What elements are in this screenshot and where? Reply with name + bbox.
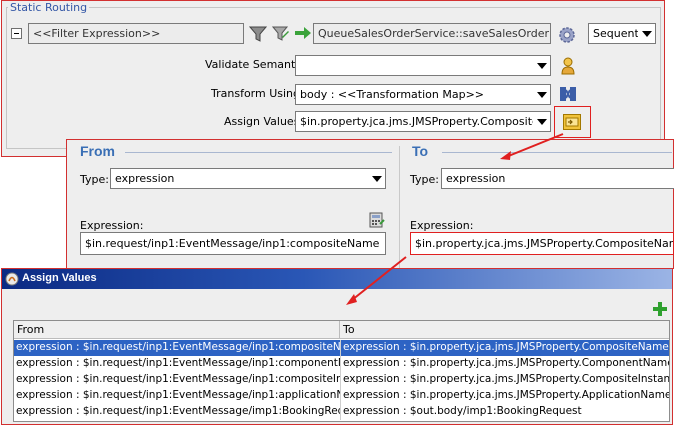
assign-values-text: $in.property.jca.jms.JMSProperty.Composi…: [300, 115, 551, 128]
from-expression-label: Expression:: [80, 219, 144, 232]
from-title: From: [80, 143, 115, 159]
from-title-rule: [125, 152, 392, 153]
column-header-to[interactable]: To: [340, 321, 669, 339]
from-expression-text: $in.request/inp1:EventMessage/inp1:compo…: [85, 237, 380, 250]
target-operation-text: QueueSalesOrderService::saveSalesOrder: [318, 27, 550, 40]
filter-expression-field[interactable]: <<Filter Expression>>: [28, 23, 244, 44]
to-title-rule: [442, 152, 672, 153]
transform-using-select[interactable]: body : <<Transformation Map>>: [295, 84, 551, 105]
to-cell: expression : $in.property.jca.jms.JMSPro…: [340, 340, 669, 356]
table-row[interactable]: expression : $in.request/inp1:EventMessa…: [14, 356, 669, 372]
chevron-down-icon: [368, 169, 385, 188]
to-expression-label: Expression:: [410, 219, 474, 232]
gear-icon[interactable]: [558, 26, 576, 44]
filter-expression-text: <<Filter Expression>>: [33, 27, 161, 40]
validate-semantic-select[interactable]: [295, 55, 551, 76]
to-type-label: Type:: [410, 173, 439, 186]
table-row[interactable]: expression : $in.request/inp1:EventMessa…: [14, 388, 669, 404]
table-row[interactable]: expression : $in.request/inp1:EventMessa…: [14, 404, 669, 420]
to-expression-text: $in.property.jca.jms.JMSProperty.Composi…: [415, 237, 674, 250]
execution-mode-select[interactable]: Sequential: [588, 23, 656, 44]
from-cell: expression : $in.request/inp1:EventMessa…: [16, 341, 340, 353]
validate-semantic-label: Validate Semantic: [205, 58, 305, 71]
collapse-icon[interactable]: [11, 28, 22, 39]
assign-values-table: From To expression : $in.request/inp1:Ev…: [13, 320, 670, 422]
dialog-title: Assign Values: [22, 272, 97, 284]
column-header-from[interactable]: From: [14, 321, 340, 339]
static-routing-legend: Static Routing: [8, 1, 90, 14]
to-expression-input[interactable]: $in.property.jca.jms.JMSProperty.Composi…: [410, 232, 674, 255]
transform-using-label: Transform Using: [211, 87, 301, 100]
to-title: To: [412, 143, 429, 159]
to-type-text: expression: [446, 172, 506, 185]
transform-using-text: body : <<Transformation Map>>: [300, 88, 485, 101]
assign-values-select[interactable]: $in.property.jca.jms.JMSProperty.Composi…: [295, 111, 551, 132]
assign-values-icon[interactable]: [563, 114, 581, 130]
static-routing-panel: Static Routing <<Filter Expression>> Que…: [1, 0, 665, 157]
to-type-select[interactable]: expression: [441, 168, 674, 189]
chevron-down-icon: [533, 85, 550, 104]
chevron-down-icon: [533, 112, 550, 131]
from-type-label: Type:: [80, 173, 109, 186]
add-icon[interactable]: [653, 302, 667, 316]
chevron-down-icon: [638, 24, 655, 43]
from-cell: expression : $in.request/inp1:EventMessa…: [16, 405, 340, 417]
target-operation-field[interactable]: QueueSalesOrderService::saveSalesOrder: [313, 23, 551, 44]
from-cell: expression : $in.request/inp1:EventMessa…: [16, 373, 340, 385]
from-type-text: expression: [115, 172, 175, 185]
from-expression-input[interactable]: $in.request/inp1:EventMessage/inp1:compo…: [80, 232, 386, 255]
filter-icon[interactable]: [249, 25, 267, 43]
to-cell: expression : $in.property.jca.jms.JMSPro…: [340, 372, 669, 388]
table-row[interactable]: expression : $in.request/inp1:EventMessa…: [14, 340, 669, 356]
from-cell: expression : $in.request/inp1:EventMessa…: [16, 357, 340, 369]
to-cell: expression : $in.property.jca.jms.JMSPro…: [340, 388, 669, 404]
assign-values-dialog: Assign Values From To expression : $in.r…: [1, 268, 673, 425]
from-cell: expression : $in.request/inp1:EventMessa…: [16, 389, 340, 401]
dialog-app-icon: [5, 272, 19, 286]
expression-builder-icon[interactable]: [369, 212, 385, 228]
assign-values-label: Assign Values: [224, 115, 300, 128]
from-type-select[interactable]: expression: [110, 168, 386, 189]
green-arrow-icon: [295, 27, 311, 39]
to-cell: expression : $out.body/imp1:BookingReque…: [340, 404, 669, 420]
table-row[interactable]: expression : $in.request/inp1:EventMessa…: [14, 372, 669, 388]
from-to-panel: From Type: expression Expression: $in.re…: [66, 139, 674, 269]
to-cell: expression : $in.property.jca.jms.JMSPro…: [340, 356, 669, 372]
transform-map-icon[interactable]: [559, 86, 577, 102]
chevron-down-icon: [533, 56, 550, 75]
to-divider: [399, 146, 400, 268]
user-icon[interactable]: [561, 57, 575, 75]
filter-edit-icon[interactable]: [272, 25, 290, 43]
dialog-titlebar[interactable]: Assign Values: [2, 269, 672, 289]
